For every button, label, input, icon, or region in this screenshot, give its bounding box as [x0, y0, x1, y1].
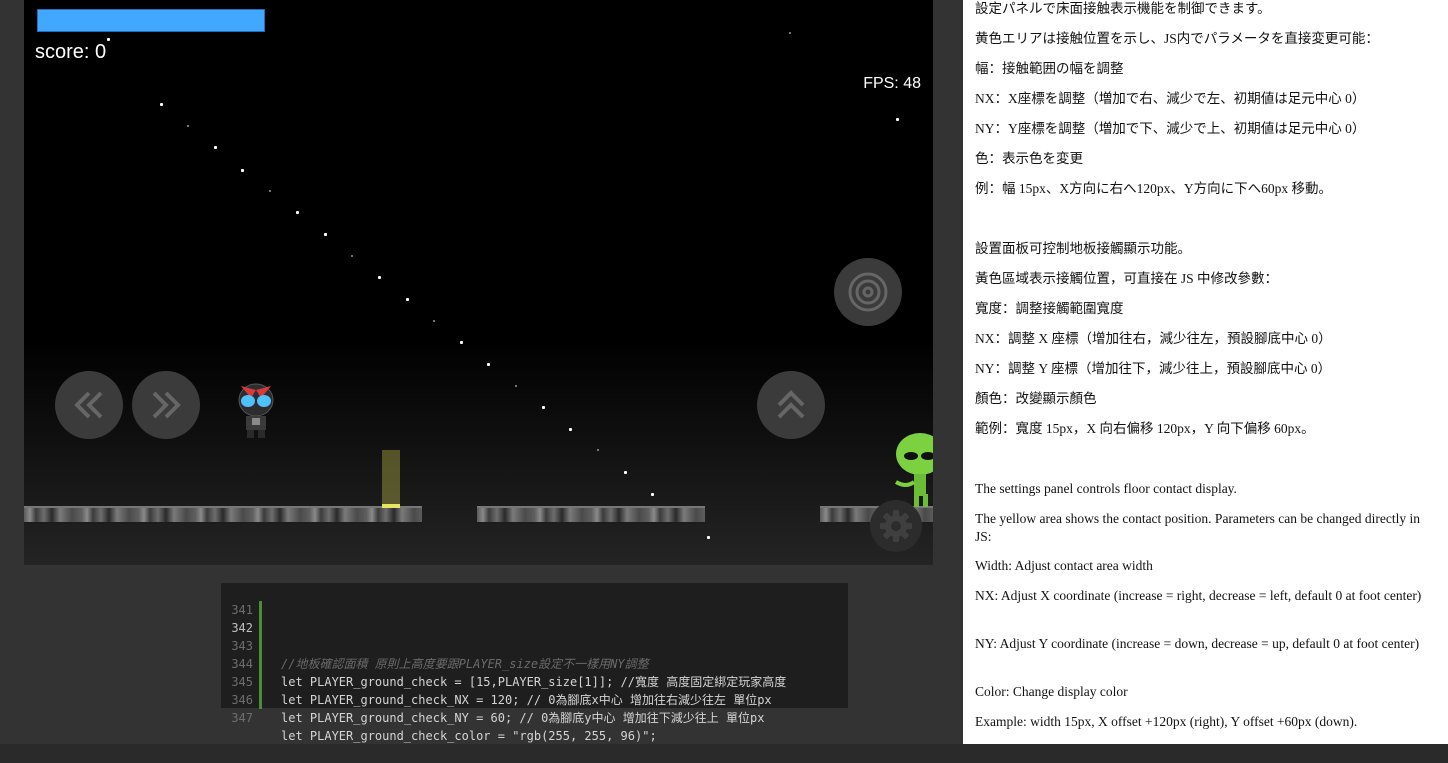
settings-button[interactable]	[870, 500, 922, 552]
star	[269, 190, 271, 192]
doc-zh-desc: 黃色區域表示接觸位置，可直接在 JS 中修改參數：	[975, 271, 1279, 286]
doc-zh-ny: NY：調整 Y 座標（增加往下，減少往上，預設腳底中心 0）	[975, 361, 1332, 376]
doc-en-width: Width: Adjust contact area width	[975, 558, 1153, 573]
doc-ja-color: 色：表示色を変更	[975, 151, 1083, 166]
star	[789, 32, 791, 34]
doc-ja-nx: NX：X座標を調整（増加で右、減少で左、初期値は足元中心 0）	[975, 91, 1366, 106]
star	[542, 406, 545, 409]
line-number: 347	[231, 711, 253, 725]
documentation-panel: 設定パネルで床面接触表示機能を制御できます。 黄色エリアは接触位置を示し、JS内…	[963, 0, 1448, 744]
code-line: 341	[221, 583, 848, 617]
jump-button[interactable]	[757, 371, 825, 439]
star	[624, 471, 627, 474]
star	[460, 341, 463, 344]
star	[378, 276, 381, 279]
ground-check-area	[382, 450, 400, 508]
target-icon	[848, 272, 888, 312]
doc-ja-width: 幅：接触範囲の幅を調整	[975, 61, 1124, 76]
change-marker	[259, 601, 262, 619]
star	[515, 385, 517, 387]
code-text[interactable]: let PLAYER_ground_check_color = "rgb(255…	[281, 727, 657, 745]
game-canvas[interactable]: score: 0 FPS: 48	[24, 0, 933, 565]
star	[433, 320, 435, 322]
player-character	[235, 382, 277, 442]
doc-en-color: Color: Change display color	[975, 684, 1128, 699]
star	[406, 298, 409, 301]
double-chevron-right-icon	[152, 391, 181, 419]
star	[487, 363, 490, 366]
star	[896, 118, 899, 121]
floor-platform	[24, 506, 422, 524]
editor-pane: score: 0 FPS: 48 341 342 //地板確認面積 原則上高度要…	[0, 0, 963, 744]
change-marker	[259, 673, 262, 691]
doc-ja-example: 例：幅 15px、X方向に右へ120px、Y方向に下へ60px 移動。	[975, 181, 1332, 196]
code-editor[interactable]: 341 342 //地板確認面積 原則上高度要跟PLAYER_size設定不一樣…	[221, 583, 848, 743]
doc-ja-ny: NY：Y座標を調整（増加で下、減少で上、初期値は足元中心 0）	[975, 121, 1366, 136]
doc-en-intro: The settings panel controls floor contac…	[975, 481, 1237, 496]
code-line: 345 let PLAYER_ground_check_NY = 60; // …	[221, 655, 848, 725]
doc-ja-desc: 黄色エリアは接触位置を示し、JS内でパラメータを直接変更可能：	[975, 31, 1379, 46]
double-chevron-up-icon	[777, 390, 805, 419]
star	[351, 255, 353, 257]
floor-platform	[477, 506, 705, 524]
code-line: 342 //地板確認面積 原則上高度要跟PLAYER_size設定不一樣用NY調…	[221, 601, 848, 671]
change-marker	[259, 637, 262, 655]
doc-en-example: Example: width 15px, X offset +120px (ri…	[975, 714, 1358, 729]
doc-zh-width: 寬度：調整接觸範圍寬度	[975, 301, 1124, 316]
move-left-button[interactable]	[55, 371, 123, 439]
star	[651, 493, 654, 496]
code-text[interactable]: let PLAYER_ground_check_NY = 60; // 0為腳底…	[281, 709, 764, 727]
star	[160, 103, 163, 106]
doc-zh-intro: 設置面板可控制地板接觸顯示功能。	[975, 241, 1191, 256]
doc-en-ny: NY: Adjust Y coordinate (increase = down…	[975, 636, 1420, 651]
gear-icon	[880, 510, 912, 542]
code-line: 343 let PLAYER_ground_check = [15,PLAYER…	[221, 619, 848, 689]
health-bar	[37, 9, 265, 32]
move-right-button[interactable]	[132, 371, 200, 439]
doc-zh-nx: NX：調整 X 座標（增加往右，減少往左，預設腳底中心 0）	[975, 331, 1332, 346]
doc-en-desc: The yellow area shows the contact positi…	[975, 511, 1420, 544]
change-marker	[259, 619, 262, 637]
score-label: score: 0	[35, 41, 107, 63]
star	[107, 38, 110, 41]
doc-zh-color: 顏色：改變顯示顏色	[975, 391, 1097, 406]
shoot-button[interactable]	[834, 258, 902, 326]
doc-zh-example: 範例：寬度 15px，X 向右偏移 120px，Y 向下偏移 60px。	[975, 421, 1315, 436]
code-line: 346 let PLAYER_ground_check_color = "rgb…	[221, 673, 848, 743]
doc-ja-intro: 設定パネルで床面接触表示機能を制御できます。	[975, 1, 1271, 16]
star	[324, 233, 327, 236]
change-marker	[259, 691, 262, 709]
code-line: 344 let PLAYER_ground_check_NX = 120; //…	[221, 637, 848, 707]
doc-en-nx: NX: Adjust X coordinate (increase = righ…	[975, 588, 1422, 603]
alien-sprite-icon	[894, 433, 933, 507]
change-marker	[259, 655, 262, 673]
star	[241, 169, 244, 172]
star	[569, 428, 572, 431]
player-sprite-icon	[238, 383, 274, 438]
star	[597, 449, 599, 451]
star	[214, 146, 217, 149]
star	[707, 536, 710, 539]
fps-counter: FPS: 48	[863, 75, 921, 92]
double-chevron-left-icon	[74, 391, 103, 419]
star	[296, 211, 299, 214]
star	[187, 125, 189, 127]
code-line: 347	[221, 691, 848, 725]
